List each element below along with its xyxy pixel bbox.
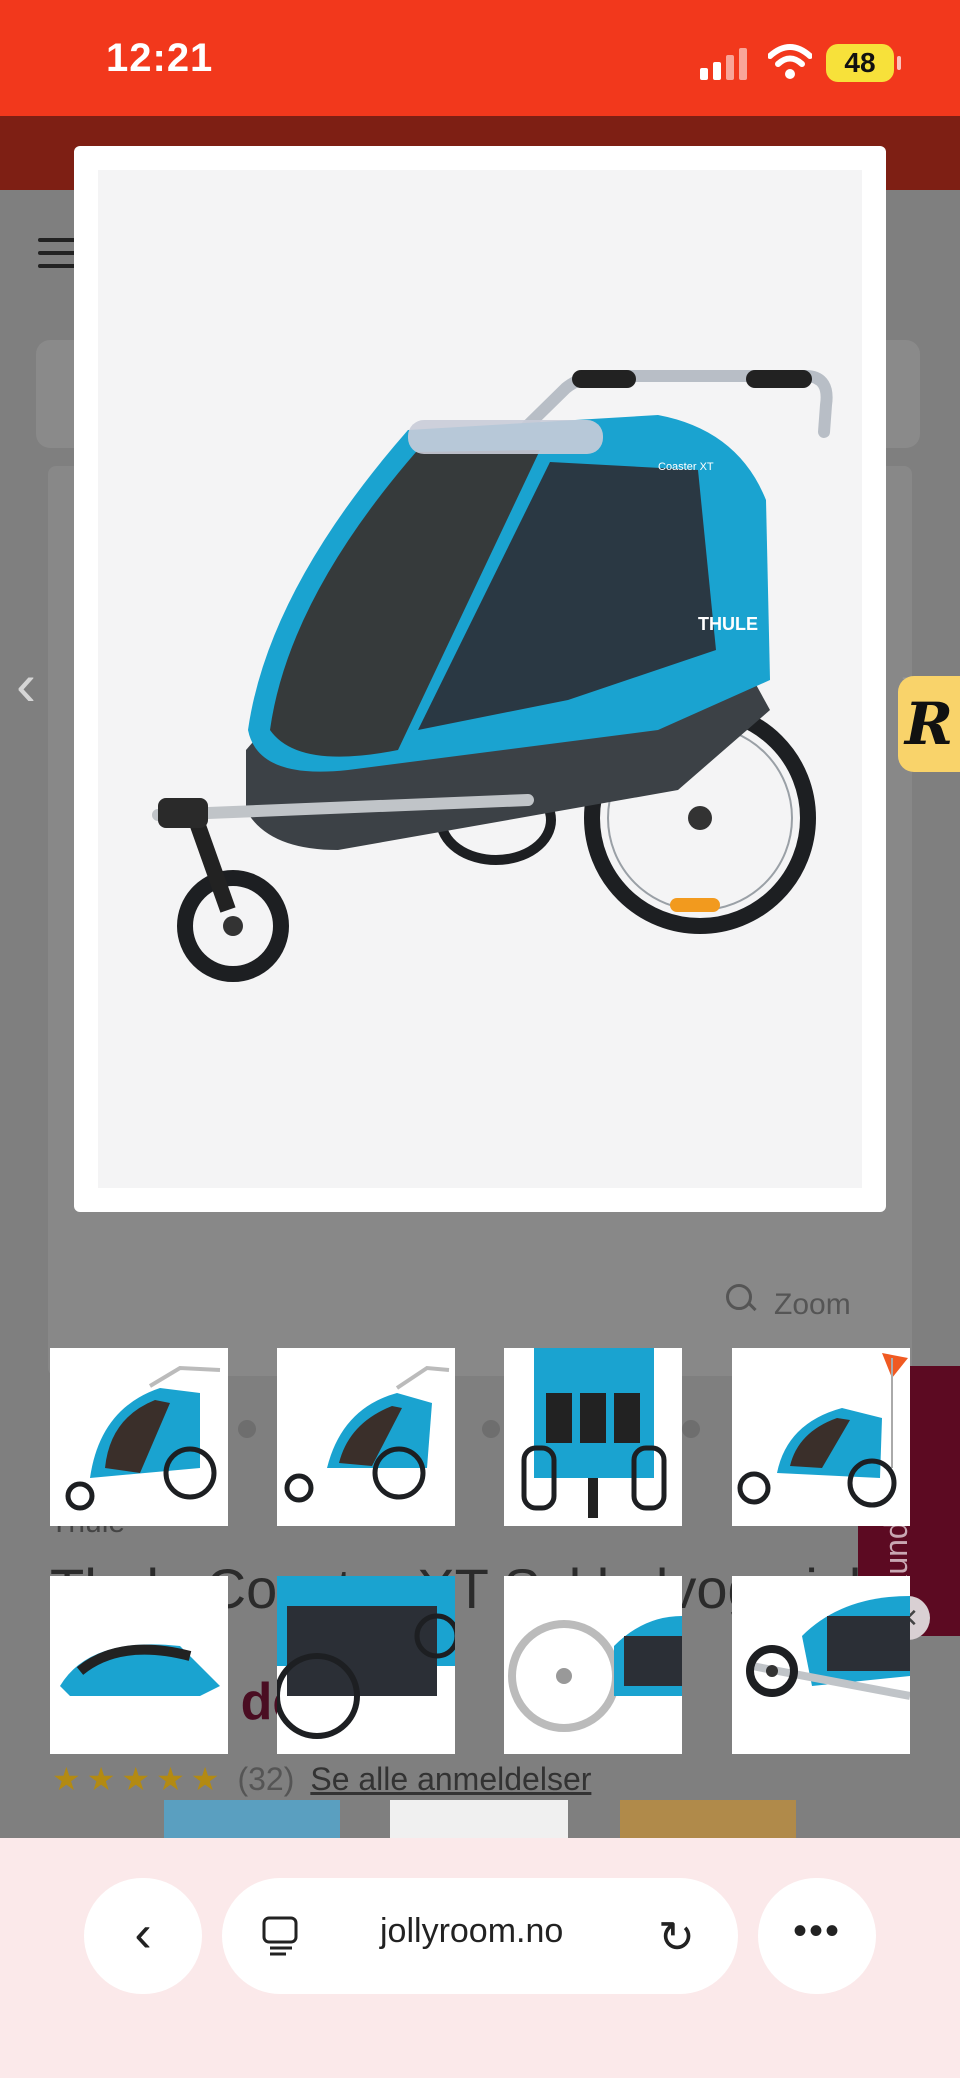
status-bar: 12:21 48	[0, 0, 960, 116]
reload-icon[interactable]: ↻	[658, 1912, 695, 1963]
svg-text:THULE: THULE	[698, 614, 758, 634]
thumbnail-image[interactable]	[277, 1576, 455, 1754]
thumbnail-image[interactable]	[50, 1348, 228, 1526]
battery-indicator: 48	[826, 44, 901, 82]
tabs-icon[interactable]	[262, 1916, 298, 1956]
thumbnail-image[interactable]	[50, 1576, 228, 1754]
product-rating: ★★★★★ (32) Se alle anmeldelser	[52, 1760, 591, 1798]
carousel-prev-button[interactable]: ‹	[16, 650, 36, 719]
zoom-button[interactable]: Zoom	[726, 1284, 851, 1322]
url-text[interactable]: jollyroom.no	[380, 1912, 563, 1951]
thumbnail-image[interactable]	[504, 1576, 682, 1754]
thumbnail-image[interactable]	[732, 1576, 910, 1754]
carousel-dot[interactable]	[682, 1420, 700, 1438]
carousel-dot[interactable]	[238, 1420, 256, 1438]
menu-icon[interactable]	[38, 238, 78, 268]
zoom-label: Zoom	[774, 1288, 851, 1321]
thumbnail-peek	[390, 1800, 568, 1842]
more-options-button[interactable]: •••	[758, 1878, 876, 1994]
back-button[interactable]: ‹	[84, 1878, 202, 1994]
rating-stars: ★★★★★	[52, 1761, 226, 1797]
svg-text:Coaster XT: Coaster XT	[658, 461, 714, 473]
product-image[interactable]: THULE Coaster XT	[98, 170, 862, 1188]
zoom-icon	[726, 1284, 752, 1310]
thumbnail-image[interactable]	[277, 1348, 455, 1526]
carousel-dot[interactable]	[482, 1420, 500, 1438]
signal-icon	[700, 48, 747, 80]
all-reviews-link[interactable]: Se alle anmeldelser	[310, 1761, 591, 1797]
r-widget-button[interactable]: R	[898, 676, 960, 772]
thumbnail-image[interactable]	[504, 1348, 682, 1526]
rating-count: (32)	[237, 1761, 295, 1797]
wifi-icon	[768, 44, 812, 79]
thumbnail-peek	[620, 1800, 796, 1842]
thumbnail-image[interactable]	[732, 1348, 910, 1526]
status-time: 12:21	[106, 36, 214, 80]
thumbnail-peek	[164, 1800, 340, 1842]
